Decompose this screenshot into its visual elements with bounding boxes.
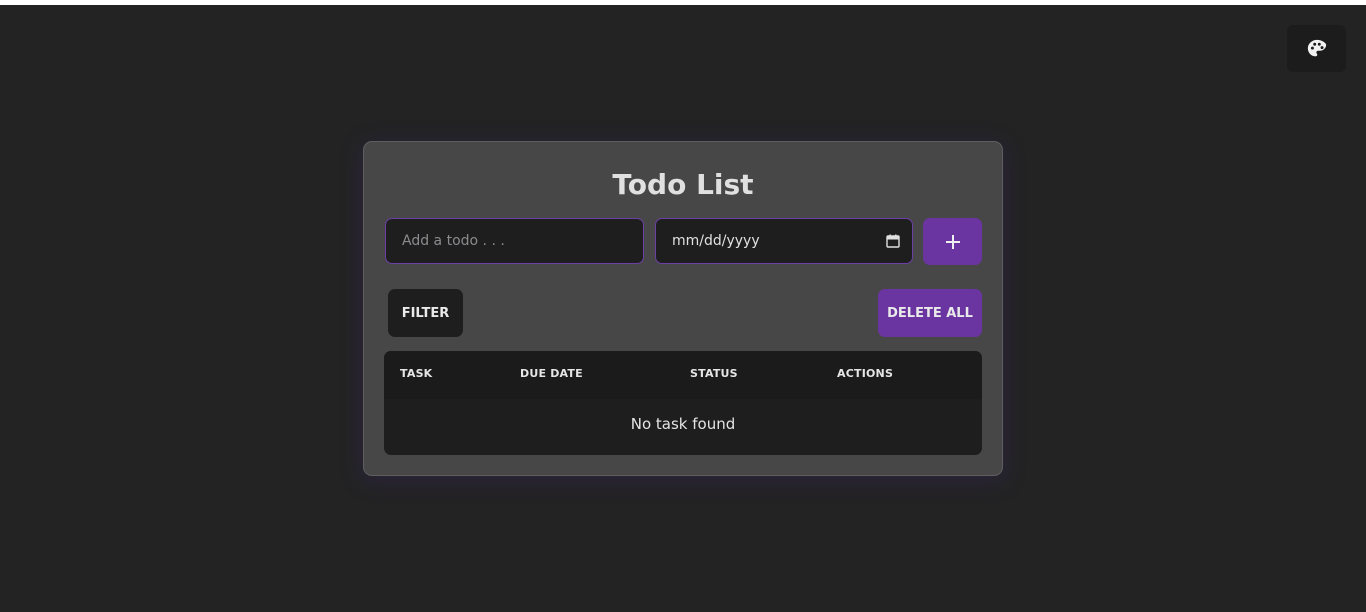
date-input-placeholder: mm/dd/yyyy: [672, 233, 760, 249]
column-header-status: STATUS: [690, 367, 738, 380]
theme-toggle-button[interactable]: [1287, 25, 1346, 72]
column-header-due-date: DUE DATE: [520, 367, 583, 380]
todo-input-placeholder: Add a todo . . .: [402, 233, 505, 249]
table-header: TASK DUE DATE STATUS ACTIONS: [384, 351, 982, 399]
todo-input[interactable]: Add a todo . . .: [385, 218, 644, 264]
todo-table: TASK DUE DATE STATUS ACTIONS No task fou…: [384, 351, 982, 455]
add-todo-button[interactable]: [923, 218, 982, 265]
top-strip: [0, 0, 1366, 5]
due-date-input[interactable]: mm/dd/yyyy: [655, 218, 913, 264]
todo-card: Todo List Add a todo . . . mm/dd/yyyy FI…: [363, 141, 1003, 476]
calendar-icon[interactable]: [886, 234, 900, 248]
empty-state-message: No task found: [630, 415, 736, 433]
column-header-actions: ACTIONS: [837, 367, 894, 380]
page-title: Todo List: [612, 168, 754, 201]
column-header-task: TASK: [400, 367, 433, 380]
delete-all-button[interactable]: DELETE ALL: [878, 289, 982, 337]
filter-button[interactable]: FILTER: [388, 289, 463, 337]
plus-icon: [945, 234, 960, 249]
palette-icon: [1307, 39, 1326, 56]
